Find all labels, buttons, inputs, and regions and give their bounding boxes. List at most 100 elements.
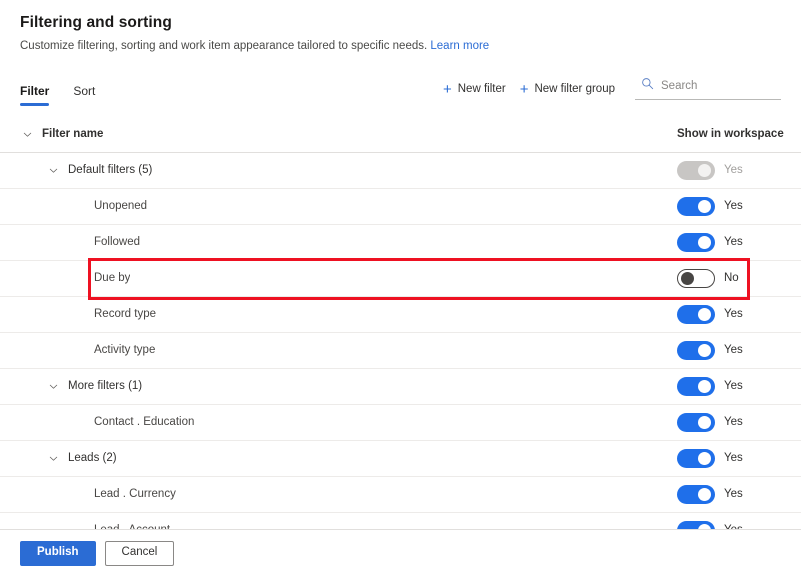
show-in-workspace-cell: Yes (673, 232, 801, 252)
filter-name-cell: Contact . Education (0, 405, 673, 440)
toggle-knob (698, 235, 711, 249)
toggle-state-label: Yes (724, 200, 743, 213)
column-header-label: Show in workspace (677, 128, 784, 141)
filter-name-cell: Default filters (5) (0, 153, 673, 188)
search-box[interactable] (635, 77, 781, 100)
filter-name-label: Default filters (5) (68, 164, 153, 177)
new-filter-group-button[interactable]: + New filter group (516, 79, 625, 100)
show-in-workspace-toggle[interactable] (677, 412, 715, 432)
filter-name-cell: Unopened (0, 189, 673, 224)
show-in-workspace-cell: Yes (673, 412, 801, 432)
chevron-down-icon[interactable] (12, 129, 42, 140)
filter-name-label: Unopened (94, 200, 148, 213)
new-filter-button[interactable]: + New filter (439, 79, 516, 100)
show-in-workspace-cell: Yes (673, 160, 801, 180)
toggle-knob (698, 379, 711, 393)
page-header: Filtering and sorting Customize filterin… (0, 0, 801, 55)
table-row[interactable]: Lead . Currency Yes (0, 477, 801, 513)
filter-name-label: Contact . Education (94, 416, 195, 429)
chevron-down-icon[interactable] (38, 453, 68, 464)
learn-more-link[interactable]: Learn more (430, 40, 489, 52)
toggle-state-label: No (724, 272, 739, 285)
chevron-down-icon[interactable] (38, 165, 68, 176)
show-in-workspace-cell: Yes (673, 196, 801, 216)
chevron-down-icon[interactable] (38, 381, 68, 392)
show-in-workspace-cell: No (673, 268, 801, 288)
tab-filter[interactable]: Filter (20, 72, 61, 106)
table-row[interactable]: Default filters (5) Yes (0, 153, 801, 189)
command-bar-actions: + New filter + New filter group (439, 77, 781, 106)
toggle-knob (681, 271, 694, 285)
filter-name-cell: Record type (0, 297, 673, 332)
filter-name-cell: Followed (0, 225, 673, 260)
cancel-button[interactable]: Cancel (104, 540, 175, 566)
filter-name-label: Activity type (94, 344, 156, 357)
table-row[interactable]: Due by No (0, 261, 801, 297)
table-row[interactable]: Record type Yes (0, 297, 801, 333)
filter-name-cell: Activity type (0, 333, 673, 368)
toggle-knob (698, 415, 711, 429)
show-in-workspace-toggle[interactable] (677, 448, 715, 468)
table-row[interactable]: Leads (2) Yes (0, 441, 801, 477)
table-row[interactable]: More filters (1) Yes (0, 369, 801, 405)
tab-sort[interactable]: Sort (61, 72, 107, 106)
table-row[interactable]: Activity type Yes (0, 333, 801, 369)
plus-icon: + (519, 80, 529, 98)
filter-name-label: Followed (94, 236, 141, 249)
show-in-workspace-cell: Yes (673, 484, 801, 504)
toggle-state-label: Yes (724, 380, 743, 393)
show-in-workspace-toggle[interactable] (677, 484, 715, 504)
show-in-workspace-cell: Yes (673, 376, 801, 396)
new-filter-label: New filter (457, 83, 506, 96)
toggle-knob (698, 199, 711, 213)
filter-name-label: Lead . Currency (94, 488, 176, 501)
toggle-knob (698, 451, 711, 465)
filter-name-cell: More filters (1) (0, 369, 673, 404)
toggle-knob (698, 343, 711, 357)
toggle-knob (698, 163, 711, 177)
table-row[interactable]: Unopened Yes (0, 189, 801, 225)
page-subtitle: Customize filtering, sorting and work it… (20, 39, 781, 55)
show-in-workspace-toggle[interactable] (677, 232, 715, 252)
show-in-workspace-cell: Yes (673, 340, 801, 360)
tab-list: Filter Sort (20, 72, 107, 106)
filter-table: Filter name Show in workspace Default fi… (0, 117, 801, 549)
filter-name-label: Record type (94, 308, 157, 321)
show-in-workspace-toggle[interactable] (677, 268, 715, 288)
page-title: Filtering and sorting (20, 14, 172, 31)
toggle-state-label: Yes (724, 416, 743, 429)
toggle-knob (698, 487, 711, 501)
toggle-state-label: Yes (724, 308, 743, 321)
command-bar: Filter Sort + New filter + New filter gr… (0, 72, 801, 106)
footer-action-bar: Publish Cancel (0, 529, 801, 576)
show-in-workspace-toggle[interactable] (677, 376, 715, 396)
new-filter-group-label: New filter group (534, 83, 615, 96)
show-in-workspace-cell: Yes (673, 304, 801, 324)
table-header-row: Filter name Show in workspace (0, 117, 801, 153)
column-header-show-in-workspace: Show in workspace (673, 128, 801, 140)
search-icon (641, 77, 654, 95)
table-body: Default filters (5) Yes Unopened Yes Followe… (0, 153, 801, 549)
filter-name-label: Due by (94, 272, 131, 285)
toggle-knob (698, 307, 711, 321)
show-in-workspace-toggle (677, 160, 715, 180)
toggle-state-label: Yes (724, 488, 743, 501)
show-in-workspace-toggle[interactable] (677, 196, 715, 216)
toggle-state-label: Yes (724, 236, 743, 249)
show-in-workspace-toggle[interactable] (677, 304, 715, 324)
column-header-label: Filter name (42, 128, 104, 141)
filter-name-cell: Lead . Currency (0, 477, 673, 512)
toggle-state-label: Yes (724, 344, 743, 357)
filter-name-cell: Due by (0, 261, 673, 296)
toggle-state-label: Yes (724, 164, 743, 177)
toggle-state-label: Yes (724, 452, 743, 465)
show-in-workspace-toggle[interactable] (677, 340, 715, 360)
table-row[interactable]: Followed Yes (0, 225, 801, 261)
filter-name-label: More filters (1) (68, 380, 143, 393)
column-header-filter-name: Filter name (0, 117, 673, 152)
table-row[interactable]: Contact . Education Yes (0, 405, 801, 441)
search-input[interactable] (661, 79, 777, 92)
publish-button[interactable]: Publish (20, 540, 96, 566)
filter-name-label: Leads (2) (68, 452, 117, 465)
page-subtitle-text: Customize filtering, sorting and work it… (20, 40, 428, 52)
